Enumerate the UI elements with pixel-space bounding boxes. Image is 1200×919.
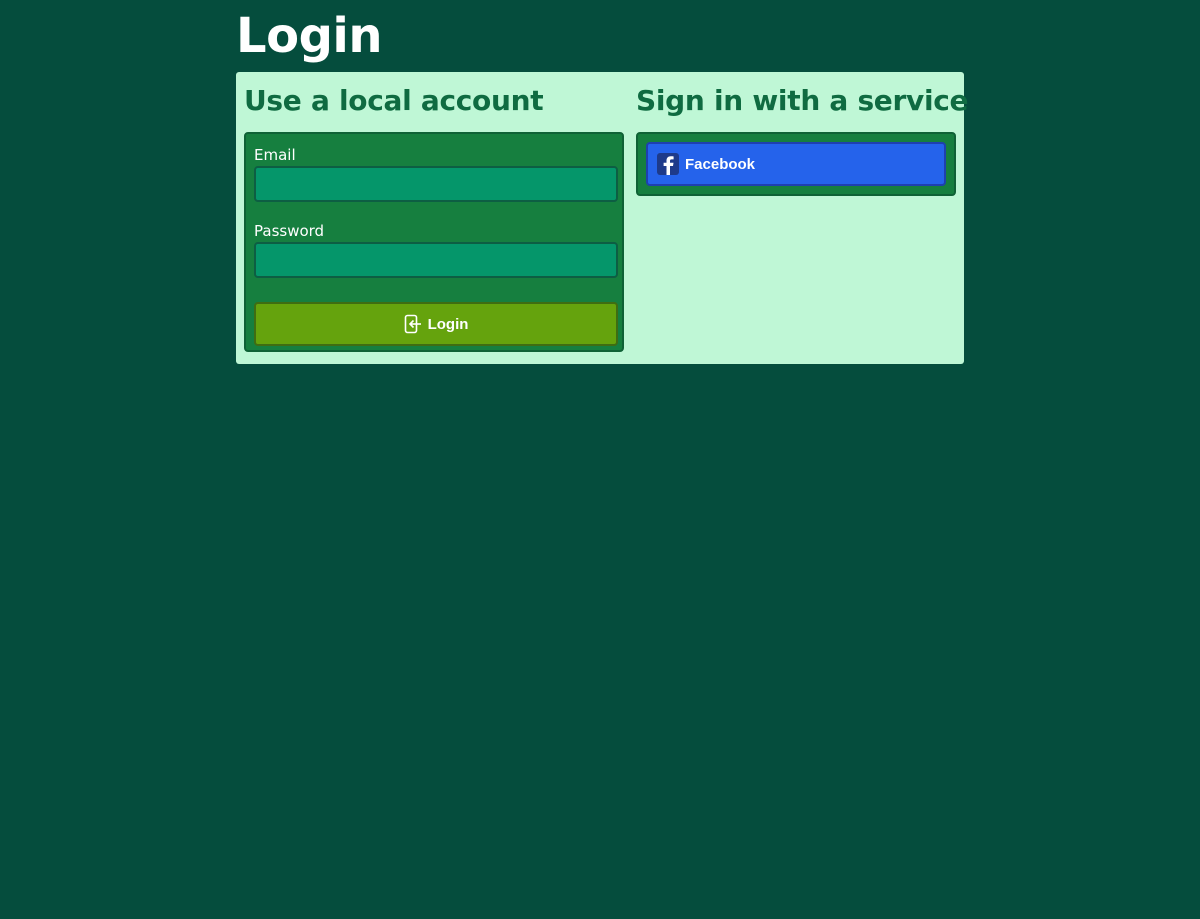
- login-button-label: Login: [427, 315, 469, 333]
- email-label: Email: [254, 146, 296, 164]
- local-login-form: Email Password Login: [244, 132, 624, 352]
- password-field[interactable]: [254, 242, 618, 278]
- page-title: Login: [236, 8, 383, 64]
- facebook-icon: [657, 153, 679, 175]
- service-sign-in-heading: Sign in with a service: [636, 84, 969, 117]
- email-field[interactable]: [254, 166, 618, 202]
- login-button[interactable]: Login: [254, 302, 618, 346]
- local-account-heading: Use a local account: [244, 84, 544, 117]
- facebook-login-button[interactable]: Facebook: [646, 142, 946, 186]
- external-login-providers: Facebook: [636, 132, 956, 196]
- facebook-button-label: Facebook: [685, 155, 756, 173]
- login-icon: [404, 314, 422, 334]
- password-label: Password: [254, 222, 325, 240]
- login-panel: Use a local account Sign in with a servi…: [236, 72, 969, 364]
